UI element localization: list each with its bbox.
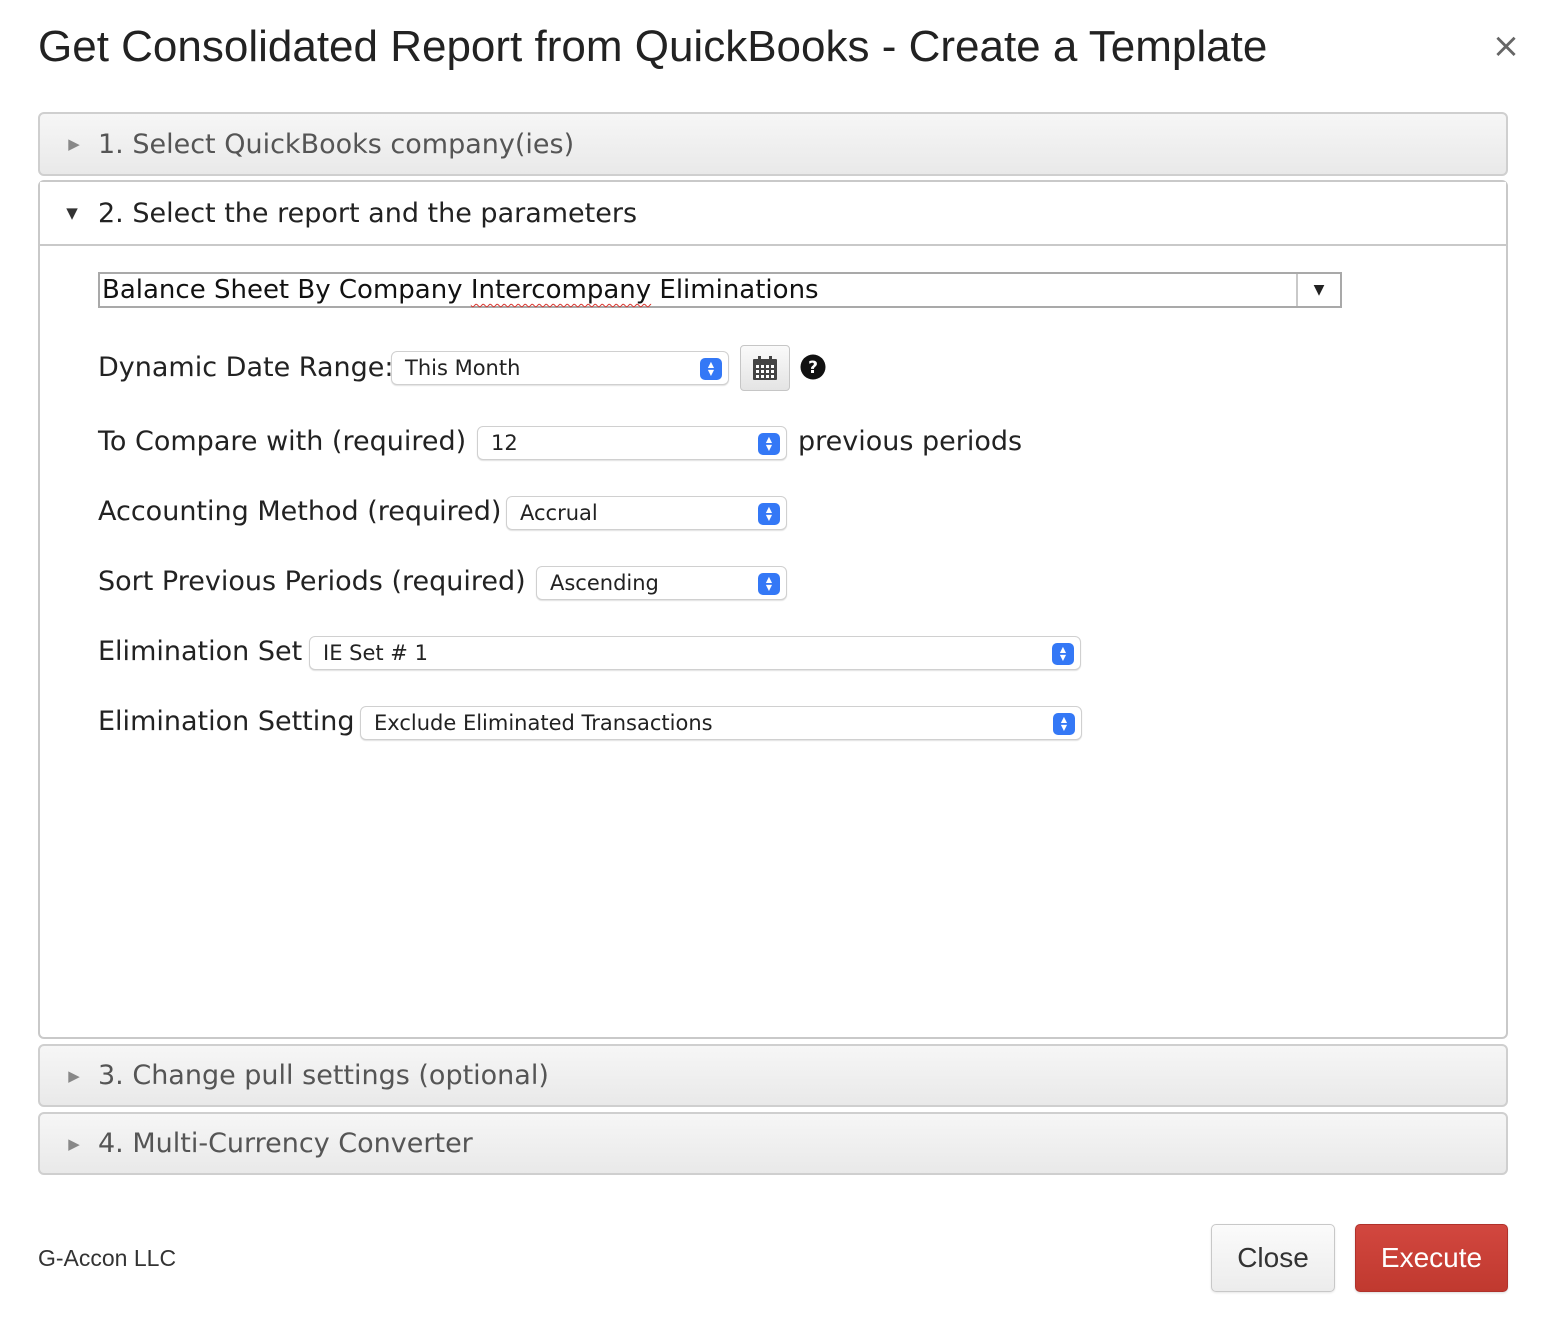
accounting-method-label: Accounting Method (required) [98, 496, 502, 527]
section-label: 4. Multi-Currency Converter [98, 1128, 473, 1159]
company-brand: G-Accon LLC [38, 1245, 177, 1271]
select-stepper-icon: ▲ ▼ [758, 433, 780, 455]
calendar-button[interactable] [740, 345, 790, 391]
select-stepper-icon: ▲ ▼ [758, 503, 780, 525]
select-stepper-icon: ▲ ▼ [758, 573, 780, 595]
compare-label: To Compare with (required) [98, 426, 467, 457]
caret-right-icon: ▶ [68, 1066, 80, 1085]
section-report-parameters-panel: ▼ 2. Select the report and the parameter… [38, 180, 1508, 1039]
sort-periods-select[interactable]: Ascending ▲ ▼ [536, 566, 787, 600]
section-pull-settings[interactable]: ▶ 3. Change pull settings (optional) [38, 1044, 1508, 1107]
help-icon[interactable]: ? [800, 354, 826, 380]
section-label: 1. Select QuickBooks company(ies) [98, 128, 575, 160]
section-label: 2. Select the report and the parameters [98, 197, 638, 229]
date-range-select[interactable]: This Month ▲ ▼ [391, 351, 729, 385]
dialog-title: Get Consolidated Report from QuickBooks … [38, 22, 1268, 71]
compare-suffix: previous periods [798, 426, 1023, 457]
section-label: 3. Change pull settings (optional) [98, 1060, 549, 1091]
compare-periods-select[interactable]: 12 ▲ ▼ [477, 426, 787, 460]
close-dialog-icon[interactable]: × [1490, 28, 1522, 64]
caret-right-icon: ▶ [68, 1134, 80, 1153]
elimination-set-select[interactable]: IE Set # 1 ▲ ▼ [309, 636, 1081, 670]
report-select[interactable]: Balance Sheet By Company Intercompany El… [98, 272, 1342, 308]
select-stepper-icon: ▲ ▼ [1052, 643, 1074, 665]
report-select-value: Balance Sheet By Company Intercompany El… [102, 275, 819, 305]
dropdown-arrow-icon[interactable]: ▼ [1296, 274, 1340, 306]
date-range-label: Dynamic Date Range: [98, 352, 394, 383]
sort-periods-label: Sort Previous Periods (required) [98, 566, 526, 597]
caret-down-icon: ▼ [66, 204, 78, 222]
accounting-method-select[interactable]: Accrual ▲ ▼ [506, 496, 787, 530]
spellcheck-word: Intercompany [470, 275, 652, 305]
caret-right-icon: ▶ [68, 135, 80, 153]
execute-button[interactable]: Execute [1355, 1224, 1508, 1292]
select-stepper-icon: ▲ ▼ [700, 358, 722, 380]
calendar-icon [753, 356, 777, 380]
close-button[interactable]: Close [1211, 1224, 1335, 1292]
svg-text:?: ? [808, 358, 818, 378]
elimination-setting-label: Elimination Setting [98, 706, 355, 737]
section-report-parameters[interactable]: ▼ 2. Select the report and the parameter… [40, 182, 1506, 246]
elimination-set-label: Elimination Set [98, 636, 303, 667]
section-select-companies[interactable]: ▶ 1. Select QuickBooks company(ies) [38, 112, 1508, 176]
select-stepper-icon: ▲ ▼ [1053, 713, 1075, 735]
section-multi-currency[interactable]: ▶ 4. Multi-Currency Converter [38, 1112, 1508, 1175]
elimination-setting-select[interactable]: Exclude Eliminated Transactions ▲ ▼ [360, 706, 1082, 740]
